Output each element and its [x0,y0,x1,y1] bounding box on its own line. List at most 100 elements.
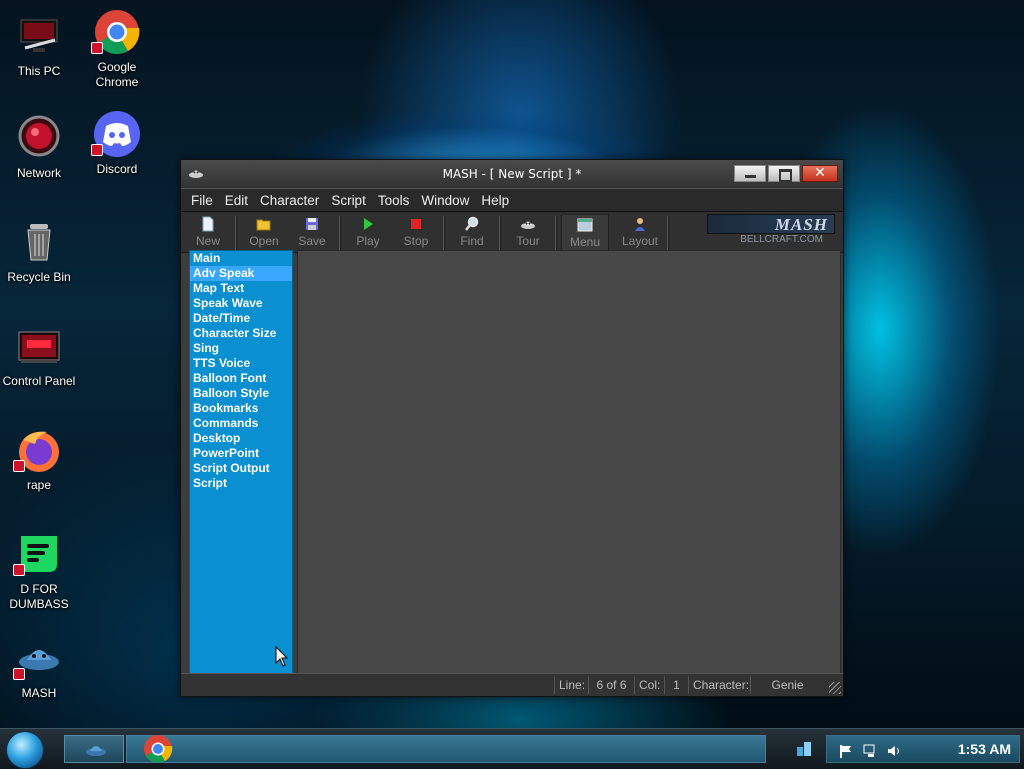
menu-script[interactable]: Script [325,193,372,208]
sidebar-item-commands[interactable]: Commands [190,416,292,431]
bellcraft-logo[interactable]: MASH BELLCRAFT.COM [707,214,837,248]
sidebar-item-speak-wave[interactable]: Speak Wave [190,296,292,311]
firefox-icon [13,426,63,474]
sidebar-item-desktop[interactable]: Desktop [190,431,292,446]
play-button[interactable]: Play [345,214,391,250]
content-pane[interactable] [297,250,841,674]
status-character-value: Genie [750,676,824,694]
sidebar-item-main[interactable]: Main [190,251,292,266]
desktop-icon-recycle-bin[interactable]: Recycle Bin [1,218,77,285]
menu-edit[interactable]: Edit [219,193,254,208]
desktop-icon-control-panel[interactable]: Control Panel [1,322,77,389]
close-icon: ✕ [814,165,826,181]
sidebar-item-tts-voice[interactable]: TTS Voice [190,356,292,371]
shortcut-arrow-icon [91,42,103,54]
taskbar: 1:53 AM [0,728,1024,769]
character-face-icon [520,216,536,232]
desktop-icon-this-pc[interactable]: This PC [1,12,77,79]
menu-window[interactable]: Window [415,193,475,208]
brand-url: BELLCRAFT.COM [740,234,823,245]
show-desktop-icon[interactable] [796,741,812,757]
minimize-icon [745,175,756,178]
menu-tools[interactable]: Tools [372,193,416,208]
play-icon [360,216,376,232]
desktop-icon-label: rape [26,478,52,492]
mash-logo: MASH [707,214,835,234]
sidebar-item-powerpoint[interactable]: PowerPoint [190,446,292,461]
start-button[interactable] [6,731,44,769]
control-panel-icon [15,322,63,370]
maximize-icon [779,169,792,182]
stop-button[interactable]: Stop [393,214,439,250]
mash-window: MASH - [ New Script ] * ✕ File Edit Char… [180,159,844,697]
sidebar-item-character-size[interactable]: Character Size [190,326,292,341]
close-button[interactable]: ✕ [802,165,838,182]
menu-file[interactable]: File [185,193,219,208]
recycle-bin-icon [15,218,63,266]
discord-icon [91,110,141,158]
desktop-icon-label: Recycle Bin [7,270,71,284]
open-button[interactable]: Open [241,214,287,250]
desktop-icon-label: Google Chrome [95,60,139,89]
desktop-icon-label: MASH [21,686,57,700]
sidebar-item-adv-speak[interactable]: Adv Speak [190,266,292,281]
status-line-label: Line: [554,676,588,694]
minimize-button[interactable] [734,165,766,182]
sidebar-item-map-text[interactable]: Map Text [190,281,292,296]
new-button[interactable]: New [185,214,231,250]
save-button[interactable]: Save [289,214,335,250]
taskbar-mash[interactable] [64,735,124,763]
desktop-icon-google-chrome[interactable]: Google Chrome [79,8,155,90]
volume-icon[interactable] [887,743,901,757]
spotify-icon [13,530,63,578]
desktop-icon-d-for-dumbass[interactable]: D FOR DUMBASS [1,530,77,612]
desktop-icon-label: Discord [96,162,138,176]
flag-icon[interactable] [839,743,853,758]
shortcut-arrow-icon [13,564,25,576]
maximize-button[interactable] [768,165,800,182]
menu-help[interactable]: Help [475,193,515,208]
find-button[interactable]: Find [449,214,495,250]
chrome-icon [143,734,173,768]
mash-icon [13,634,63,682]
desktop-icon-network[interactable]: Network [1,114,77,181]
shortcut-arrow-icon [13,460,25,472]
sidebar-item-sing[interactable]: Sing [190,341,292,356]
save-disk-icon [304,216,320,232]
menu-character[interactable]: Character [254,193,325,208]
status-col-value: 1 [664,676,688,694]
open-folder-icon [256,216,272,232]
desktop-icon-label: This PC [17,64,61,78]
clock[interactable]: 1:53 AM [958,741,1011,757]
status-character-label: Character: [688,676,750,694]
menu-toggle-button[interactable]: Menu [561,214,609,252]
desktop-icon-rape[interactable]: rape [1,426,77,493]
sidebar-item-date-time[interactable]: Date/Time [190,311,292,326]
resize-grip[interactable] [829,682,841,694]
magnifier-icon [464,216,480,232]
network-icon [15,114,63,162]
status-col-label: Col: [634,676,664,694]
sidebar-item-script-output[interactable]: Script Output [190,461,292,476]
network-icon[interactable] [863,743,877,757]
desktop-icon-label: Control Panel [2,374,76,388]
layout-button[interactable]: Layout [617,214,663,250]
feature-list: Main Adv Speak Map Text Speak Wave Date/… [189,250,293,674]
mash-icon [85,740,107,762]
taskbar-chrome[interactable] [126,735,766,763]
sidebar-item-balloon-font[interactable]: Balloon Font [190,371,292,386]
shortcut-arrow-icon [13,668,25,680]
status-bar: Line: 6 of 6 Col: 1 Character: Genie [181,673,843,696]
sidebar-item-bookmarks[interactable]: Bookmarks [190,401,292,416]
stop-icon [408,216,424,232]
menu-panel-icon [577,217,593,233]
sidebar-item-script[interactable]: Script [190,476,292,491]
system-tray: 1:53 AM [826,735,1020,763]
desktop-icon-label: D FOR DUMBASS [9,582,69,611]
title-bar[interactable]: MASH - [ New Script ] * ✕ [181,160,843,188]
desktop-icon-mash[interactable]: MASH [1,634,77,701]
desktop-icon-discord[interactable]: Discord [79,110,155,177]
sidebar-item-balloon-style[interactable]: Balloon Style [190,386,292,401]
menu-bar: File Edit Character Script Tools Window … [181,188,843,212]
tour-button[interactable]: Tour [505,214,551,250]
